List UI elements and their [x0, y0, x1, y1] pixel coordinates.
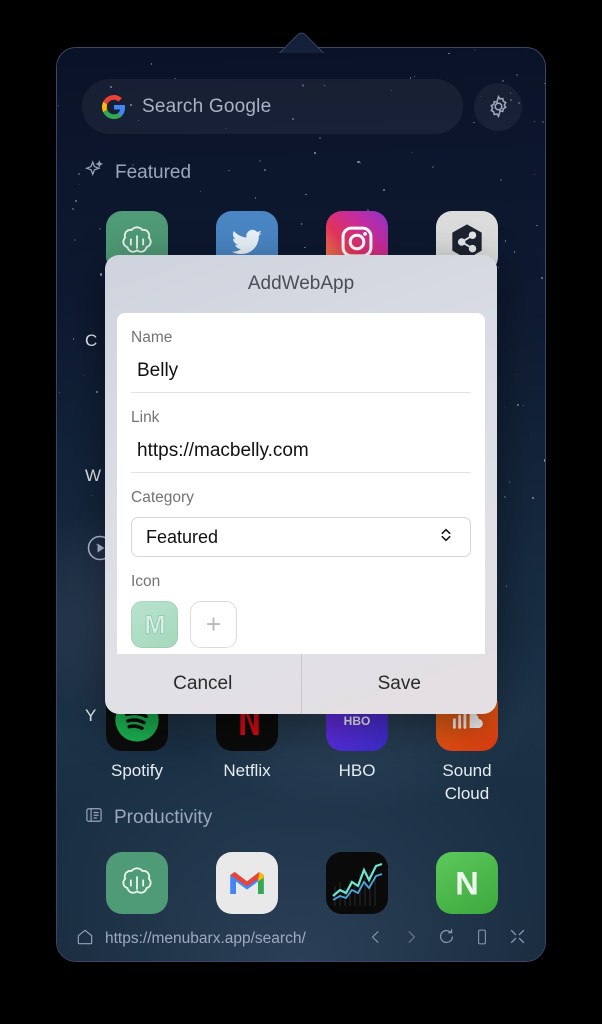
chevron-updown-icon[interactable] [436, 523, 456, 552]
chevron-right-icon[interactable] [402, 928, 420, 951]
section-header-productivity: Productivity [84, 805, 212, 831]
field-link: Link https://macbelly.com [131, 409, 471, 473]
save-button[interactable]: Save [302, 654, 498, 714]
field-name: Name Belly [131, 329, 471, 393]
name-input[interactable]: Belly [131, 357, 471, 393]
sparkle-icon [84, 159, 105, 186]
stocks-chart-icon [326, 852, 388, 914]
gear-icon[interactable] [474, 82, 522, 131]
mobile-device-icon[interactable] [473, 928, 491, 951]
browser-nav-buttons [367, 927, 527, 951]
selected-icon-option[interactable]: M [131, 601, 178, 648]
chevron-left-icon[interactable] [367, 928, 385, 951]
app-label: HBO [338, 761, 376, 780]
svg-text:HBO: HBO [344, 714, 371, 728]
link-label: Link [131, 409, 160, 426]
app-item[interactable] [192, 852, 302, 914]
dialog-title: AddWebApp [247, 273, 355, 294]
icon-glyph: M [144, 611, 165, 639]
app-label: Netflix [223, 761, 271, 780]
icon-label: Icon [131, 573, 161, 590]
section-label: Featured [115, 161, 192, 183]
add-webapp-dialog: AddWebApp Name Belly Link https://macbel… [105, 255, 497, 714]
collapse-icon[interactable] [508, 927, 527, 951]
google-g-icon [102, 94, 126, 119]
clipped-label: W [85, 466, 102, 485]
reload-icon[interactable] [437, 927, 456, 951]
home-icon[interactable] [75, 927, 95, 952]
category-label: Category [131, 489, 194, 506]
app-item[interactable] [302, 852, 412, 914]
chatgpt-icon [106, 852, 168, 914]
cancel-button[interactable]: Cancel [105, 654, 302, 714]
search-input[interactable]: Search Google [82, 79, 463, 134]
icon-picker: M + [131, 601, 471, 648]
name-label: Name [131, 329, 173, 346]
search-row: Search Google [82, 79, 522, 134]
field-icon: Icon M + [131, 573, 471, 648]
section-header-featured: Featured [84, 159, 191, 186]
svg-text:N: N [455, 866, 479, 902]
search-placeholder-text: Search Google [142, 95, 272, 117]
add-icon-button[interactable]: + [190, 601, 237, 648]
field-category: Category Featured [131, 489, 471, 557]
url-text[interactable]: https://menubarx.app/search/ [105, 930, 357, 948]
gmail-icon [216, 852, 278, 914]
category-value: Featured [146, 526, 219, 547]
dialog-form: Name Belly Link https://macbelly.com Cat… [117, 313, 485, 654]
popover-notch [276, 31, 326, 53]
app-item[interactable] [82, 852, 192, 914]
app-grid-productivity: N [82, 852, 522, 914]
notion-n-icon: N [436, 852, 498, 914]
app-item[interactable]: N [412, 852, 522, 914]
section-label: Productivity [114, 807, 213, 828]
app-label: Spotify [111, 761, 163, 780]
link-input[interactable]: https://macbelly.com [131, 437, 471, 473]
clipped-label: C [85, 331, 98, 350]
screen: Search Google Featured C W Y Spotify Net… [0, 0, 602, 1024]
browser-bottom-bar: https://menubarx.app/search/ [57, 917, 545, 961]
category-select[interactable]: Featured [131, 517, 471, 557]
app-label: Sound Cloud [442, 761, 492, 803]
dialog-footer: Cancel Save [105, 654, 497, 714]
panel-icon [84, 805, 104, 831]
